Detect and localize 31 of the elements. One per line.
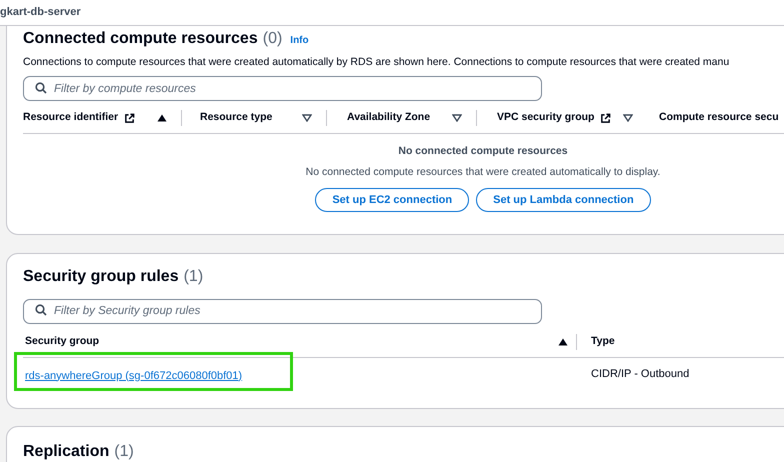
section-title: Security group rules xyxy=(23,267,179,287)
empty-text: No connected compute resources that were created automatically to display. xyxy=(306,164,660,180)
search-icon xyxy=(35,304,47,316)
column-header: Security group xyxy=(25,334,100,349)
column-header: Resource identifier xyxy=(23,110,118,126)
table-cell-text: CIDR/IP - Outbound xyxy=(590,367,690,382)
filter-field[interactable]: Filter by Security group rules xyxy=(23,298,542,324)
section-title: Replication xyxy=(23,442,110,462)
rule-count: (1) xyxy=(184,267,204,287)
info-link[interactable]: Info xyxy=(290,33,309,48)
section-description: Connections to compute resources that were created automatically by RDS are shown here. Connections to compute resources that were created manu xyxy=(23,55,730,70)
section-title: Connected compute resources xyxy=(23,29,258,49)
sort-ascending-icon[interactable] xyxy=(558,338,568,346)
security-group-link[interactable]: rds-anywhereGroup (sg-0f672c06080f0bf01) xyxy=(25,370,242,382)
column-header: Type xyxy=(590,334,615,349)
column-header: Compute resource secu xyxy=(659,110,779,126)
sort-icon[interactable] xyxy=(302,114,312,122)
resource-count: (0) xyxy=(262,29,282,49)
page-title: gkart-db-server xyxy=(0,5,81,20)
column-header: Availability Zone xyxy=(347,110,430,126)
sort-ascending-icon[interactable] xyxy=(157,114,167,122)
sort-icon[interactable] xyxy=(623,114,634,122)
filter-field[interactable]: Filter by compute resources xyxy=(23,76,542,102)
search-icon xyxy=(35,82,47,94)
empty-title: No connected compute resources xyxy=(398,144,568,159)
connection-button[interactable]: Set up EC2 connection xyxy=(315,188,470,212)
sort-icon[interactable] xyxy=(452,114,462,122)
column-header: VPC security group xyxy=(497,110,594,126)
column-header: Resource type xyxy=(200,110,272,126)
replication-count: (1) xyxy=(114,442,134,462)
connection-button[interactable]: Set up Lambda connection xyxy=(476,188,651,212)
